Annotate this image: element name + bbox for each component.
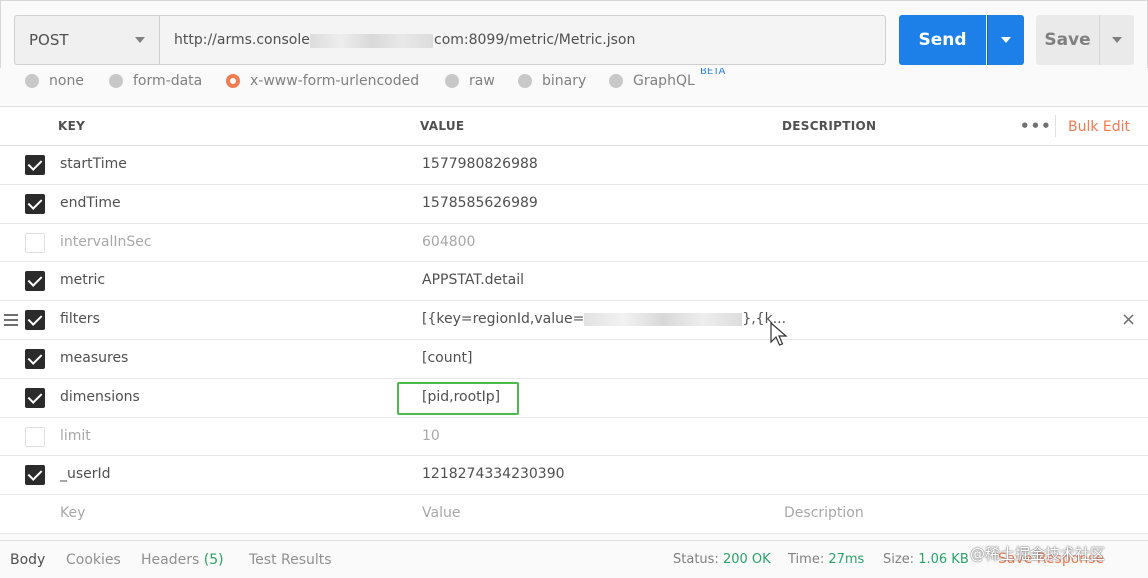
row-checkbox[interactable] [25,465,45,486]
more-options-icon[interactable]: ••• [1020,117,1052,135]
url-prefix: http://arms.console [174,32,310,48]
row-value[interactable]: [pid,rootIp] [422,389,500,405]
row-checkbox[interactable] [25,232,45,253]
row-value[interactable]: 604800 [422,234,475,250]
body-type-radios: none form-data x-www-form-urlencoded raw… [0,68,1148,106]
radio-icon [609,74,623,88]
row-value[interactable]: 1578585626989 [422,195,538,211]
method-label: POST [29,31,69,49]
header-value: VALUE [420,119,465,133]
response-footer: Body Cookies Headers (5) Test Results St… [0,540,1148,578]
params-table: KEY VALUE DESCRIPTION ••• Bulk Edit star… [0,106,1148,534]
new-description-input[interactable]: Description [784,505,864,521]
header-description: DESCRIPTION [782,119,877,133]
beta-badge: BETA [700,68,726,77]
request-bar: POST http://arms.console com:8099/metric… [0,0,1148,78]
row-checkbox[interactable] [25,155,45,175]
drag-handle-icon[interactable] [4,314,18,327]
row-checkbox[interactable] [25,426,45,447]
row-checkbox[interactable] [25,310,45,331]
chevron-down-icon [1001,37,1011,43]
row-value[interactable]: 1577980826988 [422,156,538,172]
time-readout: Time: 27ms [788,552,865,567]
save-button[interactable]: Save [1036,15,1099,65]
row-key[interactable]: filters [60,311,100,327]
row-checkbox[interactable] [25,348,45,369]
row-value[interactable]: [{key=regionId,value=},{k... [422,311,786,327]
divider [1055,115,1056,137]
row-key[interactable]: _userId [60,466,111,482]
row-value[interactable]: [count] [422,350,472,366]
new-value-input[interactable]: Value [422,505,460,521]
status-value: 200 OK [722,552,771,567]
url-suffix: com:8099/metric/Metric.json [434,32,636,48]
row-value[interactable]: 1218274334230390 [422,466,565,482]
row-key[interactable]: intervalInSec [60,234,152,250]
radio-icon [445,74,459,88]
time-value: 27ms [828,552,865,567]
new-key-input[interactable]: Key [60,505,85,521]
row-checkbox[interactable] [25,271,45,292]
table-row: dimensions [pid,rootIp] [0,378,1148,418]
table-row: startTime 1577980826988 [0,146,1148,185]
table-row: filters [{key=regionId,value=},{k... × [0,301,1148,340]
table-row: limit 10 [0,417,1148,457]
row-checkbox[interactable] [25,193,45,214]
method-select[interactable]: POST [14,15,159,65]
status-readout: Status: 200 OK [673,552,771,567]
table-row: _userId 1218274334230390 [0,456,1148,496]
size-readout: Size: 1.06 KB [883,552,969,567]
send-options-button[interactable] [987,15,1024,65]
radio-icon [109,74,123,88]
bulk-edit-link[interactable]: Bulk Edit [1068,119,1130,135]
table-row-new: Key Value Description [0,495,1148,534]
row-key[interactable]: measures [60,350,128,366]
row-key[interactable]: limit [60,428,91,444]
row-key[interactable]: endTime [60,195,121,211]
send-button[interactable]: Send [899,15,986,65]
value-redacted [584,312,743,326]
size-value: 1.06 KB [918,552,969,567]
table-row: measures [count] [0,339,1148,379]
save-options-button[interactable] [1099,15,1134,65]
radio-x-www-form-urlencoded[interactable]: x-www-form-urlencoded [226,73,419,89]
radio-none[interactable]: none [25,73,84,89]
row-key[interactable]: startTime [60,156,127,172]
row-key[interactable]: dimensions [60,389,140,405]
tab-headers[interactable]: Headers (5) [141,552,224,568]
header-key: KEY [58,119,86,133]
radio-icon [518,74,532,88]
radio-form-data[interactable]: form-data [109,73,202,89]
table-row: metric APPSTAT.detail [0,262,1148,302]
url-redacted [310,34,433,48]
row-checkbox[interactable] [25,387,45,408]
tab-cookies[interactable]: Cookies [66,552,121,568]
row-value[interactable]: APPSTAT.detail [422,272,524,288]
table-row: endTime 1578585626989 [0,184,1148,224]
url-input[interactable]: http://arms.console com:8099/metric/Metr… [159,15,886,65]
mouse-cursor-icon [770,322,788,346]
table-header: KEY VALUE DESCRIPTION ••• Bulk Edit [0,107,1148,146]
chevron-down-icon [135,37,145,43]
chevron-down-icon [1112,37,1122,43]
row-value[interactable]: 10 [422,428,440,444]
headers-count: (5) [203,552,224,568]
row-key[interactable]: metric [60,272,105,288]
radio-graphql[interactable]: GraphQL [609,73,695,89]
radio-binary[interactable]: binary [518,73,586,89]
tab-body[interactable]: Body [10,552,45,568]
close-icon[interactable]: × [1121,309,1136,330]
radio-raw[interactable]: raw [445,73,495,89]
radio-selected-icon [226,74,240,88]
watermark: @稀土掘金技术社区 [970,545,1106,563]
tab-test-results[interactable]: Test Results [249,552,332,568]
radio-icon [25,74,39,88]
table-row: intervalInSec 604800 [0,223,1148,263]
